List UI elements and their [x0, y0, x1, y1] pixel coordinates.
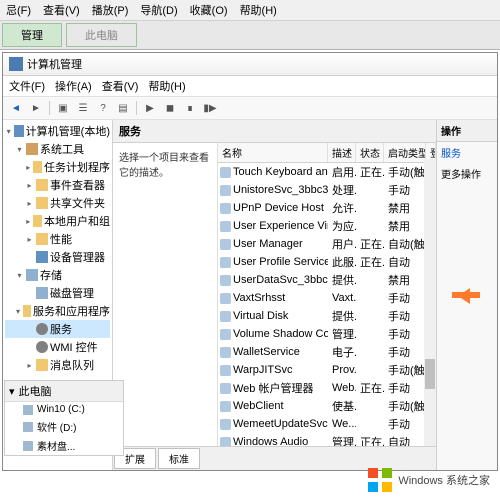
tab-manage[interactable]: 管理	[2, 23, 62, 47]
play-button[interactable]: ▶	[141, 99, 159, 117]
app-icon	[9, 57, 23, 71]
col-desc[interactable]: 描述	[328, 143, 356, 162]
service-row[interactable]: Touch Keyboard and Ha...启用...正在...手动(触发.…	[218, 163, 436, 181]
tree-devmgr[interactable]: 设备管理器	[5, 248, 110, 266]
tree-msgq[interactable]: ▸消息队列	[5, 356, 110, 374]
scroll-thumb[interactable]	[425, 359, 435, 389]
service-row[interactable]: WebClient使基...手动(触发...本	[218, 397, 436, 415]
tree-diskmgmt[interactable]: 磁盘管理	[5, 284, 110, 302]
detail-pane: 服务 选择一个项目来查看它的描述。 名称 描述 状态 启动类型 登 Touch …	[113, 120, 437, 470]
drive-c[interactable]: Win10 (C:)	[5, 402, 123, 417]
up-button[interactable]: ▣	[54, 99, 72, 117]
tree-perf[interactable]: ▸性能	[5, 230, 110, 248]
tree-systools[interactable]: ▾系统工具	[5, 140, 110, 158]
col-status[interactable]: 状态	[356, 143, 384, 162]
pause-button[interactable]: ◼	[161, 99, 179, 117]
app-menubar: 忌(F) 查看(V) 播放(P) 导航(D) 收藏(O) 帮助(H)	[0, 0, 500, 21]
service-row[interactable]: User Manager用户...正在...自动(触发...本	[218, 235, 436, 253]
menu-play[interactable]: 播放(P)	[92, 2, 129, 18]
drive-d[interactable]: 软件 (D:)	[5, 417, 123, 436]
watermark: Windows 系统之家	[368, 468, 490, 492]
mmc-menu-file[interactable]: 文件(F)	[9, 78, 45, 94]
mmc-menu-view[interactable]: 查看(V)	[102, 78, 139, 94]
actions-pane: 操作 服务 更多操作	[437, 120, 497, 470]
actions-group[interactable]: 服务	[437, 142, 497, 163]
service-row[interactable]: User Profile Service此服...正在...自动本	[218, 253, 436, 271]
service-row[interactable]: UserDataSvc_3bbc3提供...禁用本	[218, 271, 436, 289]
menu-file[interactable]: 忌(F)	[6, 2, 31, 18]
service-row[interactable]: UPnP Device Host允许...禁用本	[218, 199, 436, 217]
detail-header: 服务	[113, 120, 436, 143]
service-row[interactable]: VaxtSrhsstVaxt...手动本	[218, 289, 436, 307]
col-name[interactable]: 名称	[218, 143, 328, 162]
col-startup[interactable]: 启动类型	[384, 143, 426, 162]
actions-more[interactable]: 更多操作	[437, 163, 497, 184]
restart-button[interactable]: ▮▶	[201, 99, 219, 117]
service-row[interactable]: WemeetUpdateSvcWe...手动本	[218, 415, 436, 433]
explorer-window: ▾此电脑 Win10 (C:) 软件 (D:) 素材盘...	[4, 380, 124, 456]
fwd-button[interactable]: ►	[27, 99, 45, 117]
services-list: 名称 描述 状态 启动类型 登 Touch Keyboard and Ha...…	[218, 143, 436, 446]
menu-nav[interactable]: 导航(D)	[140, 2, 177, 18]
tree-wmi[interactable]: WMI 控件	[5, 338, 110, 356]
mmc-menu-help[interactable]: 帮助(H)	[148, 78, 185, 94]
back-button[interactable]: ◄	[7, 99, 25, 117]
tree-eventvwr[interactable]: ▸事件查看器	[5, 176, 110, 194]
menu-view[interactable]: 查看(V)	[43, 2, 80, 18]
tree-root[interactable]: ▾计算机管理(本地)	[5, 122, 110, 140]
service-row[interactable]: UnistoreSvc_3bbc3处理...手动本	[218, 181, 436, 199]
service-row[interactable]: Volume Shadow Copy管理...手动本	[218, 325, 436, 343]
tab-standard[interactable]: 标准	[158, 448, 200, 469]
service-row[interactable]: User Experience Virtualiz...为应...禁用本	[218, 217, 436, 235]
top-tabs: 管理 此电脑	[0, 21, 500, 50]
windows-logo-icon	[368, 468, 392, 492]
actions-header: 操作	[437, 120, 497, 142]
refresh-button[interactable]: ?	[94, 99, 112, 117]
props-button[interactable]: ☰	[74, 99, 92, 117]
export-button[interactable]: ▤	[114, 99, 132, 117]
service-row[interactable]: Web 帐户管理器Web...正在...手动本	[218, 379, 436, 397]
toolbar: ◄ ► ▣ ☰ ? ▤ ▶ ◼ ∎ ▮▶	[3, 97, 497, 120]
watermark-text: Windows 系统之家	[398, 472, 490, 488]
detail-tabs: 扩展 标准	[113, 446, 436, 470]
mmc-menubar: 文件(F) 操作(A) 查看(V) 帮助(H)	[3, 76, 497, 97]
service-row[interactable]: WalletService电子...手动本	[218, 343, 436, 361]
tab-thispc[interactable]: 此电脑	[66, 23, 137, 47]
tree-tasksched[interactable]: ▸任务计划程序	[5, 158, 110, 176]
tree-svcapps[interactable]: ▾服务和应用程序	[5, 302, 110, 320]
tree-users[interactable]: ▸本地用户和组	[5, 212, 110, 230]
list-header[interactable]: 名称 描述 状态 启动类型 登	[218, 143, 436, 163]
mmc-menu-action[interactable]: 操作(A)	[55, 78, 92, 94]
titlebar: 计算机管理	[3, 53, 497, 76]
drive-e[interactable]: 素材盘...	[5, 436, 123, 455]
menu-help[interactable]: 帮助(H)	[240, 2, 277, 18]
service-row[interactable]: WarpJITSvcProv...手动(触发...本	[218, 361, 436, 379]
scrollbar[interactable]	[424, 159, 436, 446]
service-row[interactable]: Virtual Disk提供...手动本	[218, 307, 436, 325]
tree-services[interactable]: 服务	[5, 320, 110, 338]
stop-button[interactable]: ∎	[181, 99, 199, 117]
service-rows[interactable]: Touch Keyboard and Ha...启用...正在...手动(触发.…	[218, 163, 436, 446]
tree-shared[interactable]: ▸共享文件夹	[5, 194, 110, 212]
explorer-header[interactable]: ▾此电脑	[5, 381, 123, 402]
service-row[interactable]: Windows Audio管理...正在...自动本	[218, 433, 436, 446]
tree-storage[interactable]: ▾存储	[5, 266, 110, 284]
description-pane: 选择一个项目来查看它的描述。	[113, 143, 218, 446]
menu-fav[interactable]: 收藏(O)	[190, 2, 228, 18]
window-title: 计算机管理	[27, 56, 82, 72]
